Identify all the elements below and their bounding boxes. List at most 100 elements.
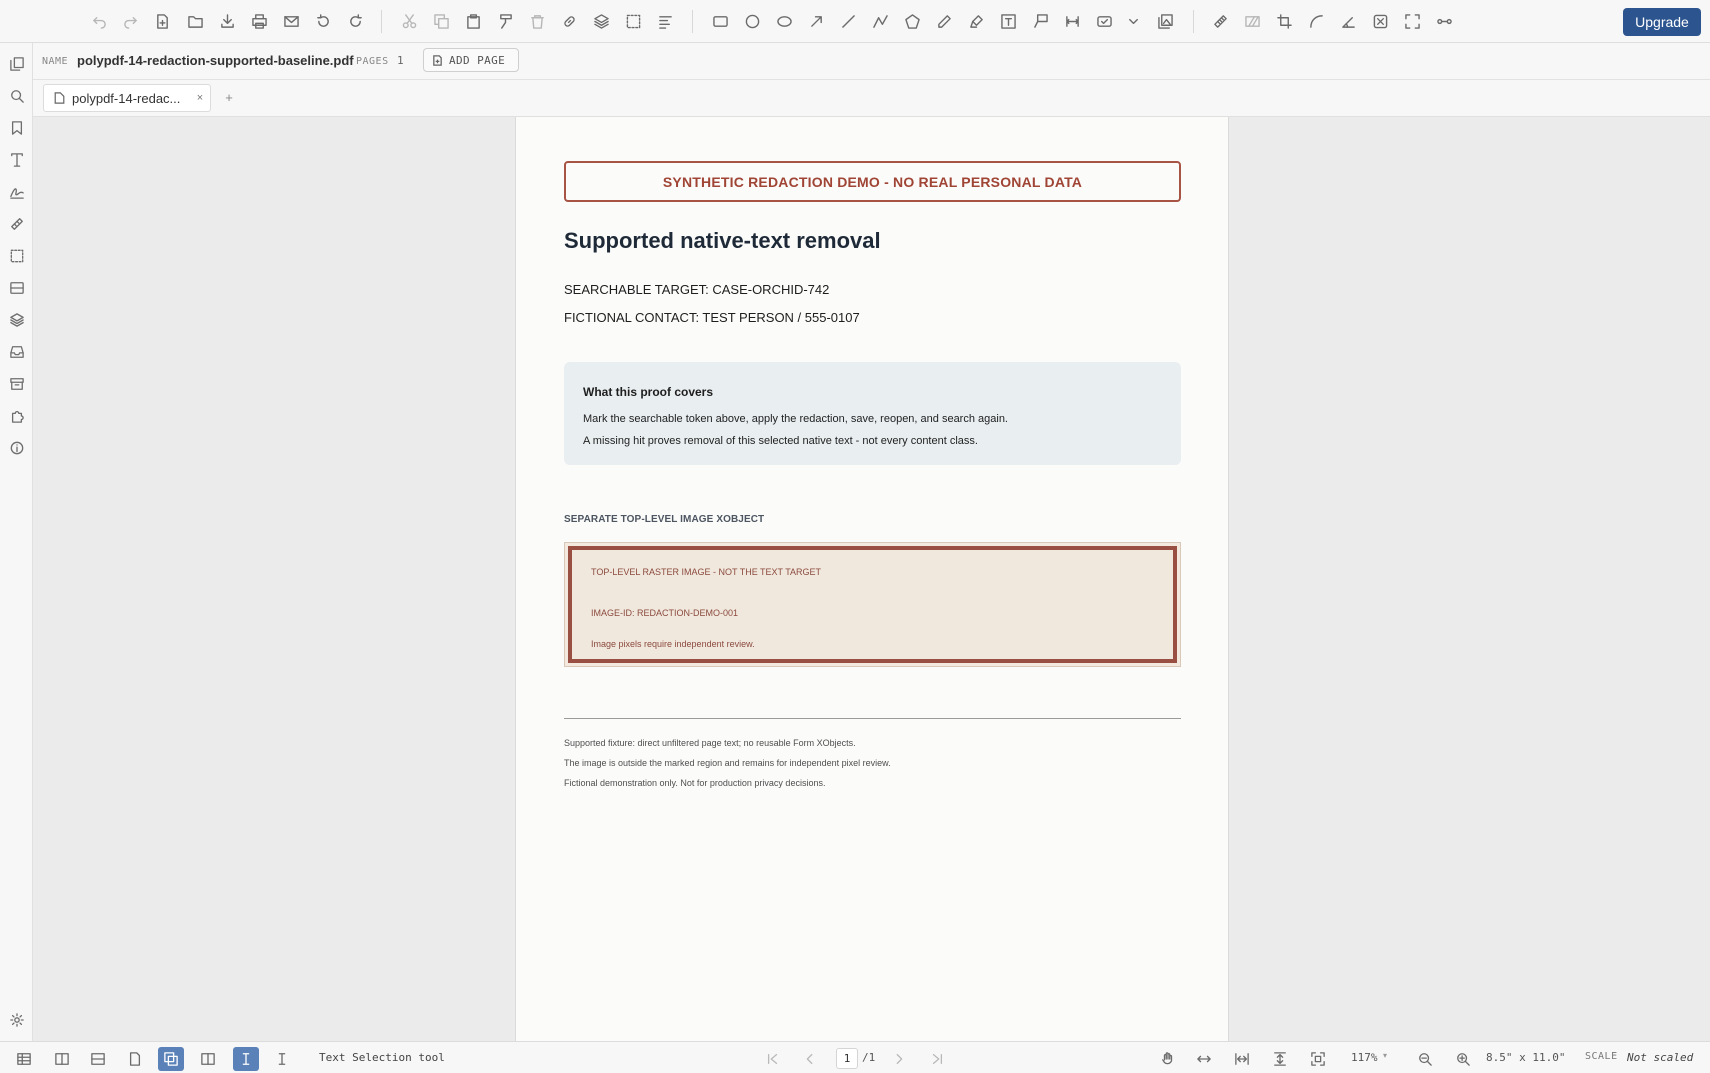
chevron-down-icon[interactable] [1122,10,1144,32]
polygon-icon[interactable] [901,10,923,32]
page-total: /1 [862,1051,876,1064]
align-icon[interactable] [654,10,676,32]
page-count: 1 [397,54,404,67]
page-number-input[interactable]: 1 [836,1048,858,1069]
rotate-right-icon[interactable] [344,10,366,32]
paste-icon[interactable] [462,10,484,32]
bookmark-icon[interactable] [6,117,27,138]
plugins-icon[interactable] [6,405,27,426]
cut-icon[interactable] [398,10,420,32]
inbox-icon[interactable] [6,341,27,362]
add-page-button[interactable]: ADD PAGE [423,48,519,72]
single-page-icon[interactable] [122,1047,148,1071]
grid-view-icon[interactable] [11,1047,37,1071]
callout-icon[interactable] [1029,10,1051,32]
first-page-icon[interactable] [760,1047,786,1071]
polyline-icon[interactable] [869,10,891,32]
select-area-icon[interactable] [622,10,644,32]
main-toolbar: Upgrade [0,0,1710,43]
redact-area-icon[interactable] [1241,10,1263,32]
connector-icon[interactable] [1433,10,1455,32]
fit-page-icon[interactable] [1305,1047,1331,1071]
image-section-caption: SEPARATE TOP-LEVEL IMAGE XOBJECT [564,514,765,525]
text-box-icon[interactable] [997,10,1019,32]
search-icon[interactable] [6,85,27,106]
email-icon[interactable] [280,10,302,32]
pdf-page[interactable]: SYNTHETIC REDACTION DEMO - NO REAL PERSO… [515,117,1229,1041]
measure-icon[interactable] [1209,10,1231,32]
link-icon[interactable] [558,10,580,32]
side-by-side-icon[interactable] [49,1047,75,1071]
tab-close-button[interactable]: × [190,92,210,104]
raster-image: TOP-LEVEL RASTER IMAGE - NOT THE TEXT TA… [564,542,1181,667]
circle-icon[interactable] [741,10,763,32]
archive-icon[interactable] [6,373,27,394]
angle-icon[interactable] [1337,10,1359,32]
checkbox-stamp-icon[interactable] [1093,10,1115,32]
split-horizontal-icon[interactable] [85,1047,111,1071]
attachment-icon[interactable] [6,213,27,234]
copy-icon[interactable] [430,10,452,32]
fit-page-width-icon[interactable] [1229,1047,1255,1071]
last-page-icon[interactable] [924,1047,950,1071]
document-canvas[interactable]: SYNTHETIC REDACTION DEMO - NO REAL PERSO… [33,117,1710,1041]
info-icon[interactable] [6,437,27,458]
two-page-icon[interactable] [195,1047,221,1071]
signature-icon[interactable] [6,181,27,202]
rotate-left-icon[interactable] [312,10,334,32]
document-tab-bar: polypdf-14-redac... × + [33,80,1710,117]
next-page-icon[interactable] [886,1047,912,1071]
layers-icon[interactable] [590,10,612,32]
tab-document[interactable]: polypdf-14-redac... × [43,84,211,112]
new-document-icon[interactable] [151,10,173,32]
redo-icon[interactable] [119,10,141,32]
fit-width-icon[interactable] [1191,1047,1217,1071]
open-folder-icon[interactable] [184,10,206,32]
form-fields-icon[interactable] [6,277,27,298]
text-cursor-active-icon[interactable] [233,1047,259,1071]
scale-value[interactable]: Not scaled [1627,1051,1693,1064]
layers-panel-icon[interactable] [6,309,27,330]
previous-page-icon[interactable] [797,1047,823,1071]
proof-info-box: What this proof covers Mark the searchab… [564,362,1181,465]
line-icon[interactable] [837,10,859,32]
curve-icon[interactable] [1305,10,1327,32]
upgrade-button[interactable]: Upgrade [1623,8,1701,36]
bottom-status-bar: Text Selection tool 1 /1 117% ▾ 8.5" x 1… [0,1041,1710,1073]
toolbar-divider [381,10,382,33]
ellipse-icon[interactable] [773,10,795,32]
rectangle-icon[interactable] [709,10,731,32]
document-name[interactable]: polypdf-14-redaction-supported-baseline.… [77,53,354,68]
delete-icon[interactable] [526,10,548,32]
distance-icon[interactable] [1061,10,1083,32]
searchable-target-line: SEARCHABLE TARGET: CASE-ORCHID-742 [564,282,830,297]
new-tab-button[interactable]: + [221,90,237,106]
arrow-icon[interactable] [805,10,827,32]
zoom-level[interactable]: 117% [1351,1051,1378,1064]
download-icon[interactable] [216,10,238,32]
demo-banner: SYNTHETIC REDACTION DEMO - NO REAL PERSO… [564,161,1181,202]
add-page-label: ADD PAGE [449,53,506,67]
zoom-out-icon[interactable] [1412,1047,1438,1071]
pages-panel-icon[interactable] [6,53,27,74]
settings-gear-icon[interactable] [6,1009,27,1030]
clear-redaction-icon[interactable] [1369,10,1391,32]
hand-pan-icon[interactable] [1155,1047,1181,1071]
zoom-dropdown-icon[interactable]: ▾ [1383,1051,1387,1060]
continuous-scroll-icon[interactable] [158,1047,184,1071]
text-tool-icon[interactable] [6,149,27,170]
fit-height-icon[interactable] [1267,1047,1293,1071]
format-painter-icon[interactable] [494,10,516,32]
marquee-icon[interactable] [6,245,27,266]
fullscreen-icon[interactable] [1401,10,1423,32]
print-icon[interactable] [248,10,270,32]
undo-icon[interactable] [88,10,110,32]
info-box-line: Mark the searchable token above, apply t… [583,413,1008,425]
crop-icon[interactable] [1273,10,1295,32]
pages-label: PAGES [356,56,389,67]
zoom-in-icon[interactable] [1450,1047,1476,1071]
highlighter-icon[interactable] [965,10,987,32]
pen-icon[interactable] [933,10,955,32]
insert-image-icon[interactable] [1154,10,1176,32]
text-cursor-icon[interactable] [269,1047,295,1071]
